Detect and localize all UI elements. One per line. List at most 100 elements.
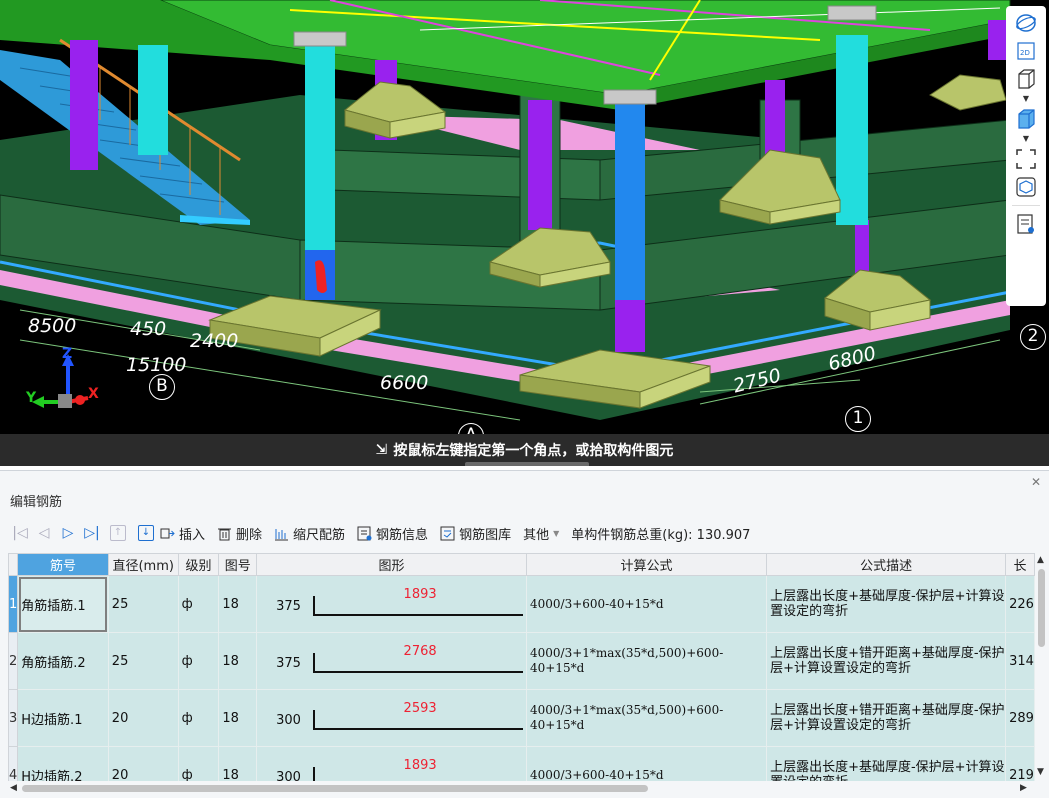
- grade-cell[interactable]: ф: [177, 632, 220, 690]
- horizontal-scroll-thumb[interactable]: [22, 785, 648, 792]
- trash-icon: [217, 526, 232, 541]
- formula-cell[interactable]: 4000/3+600-40+15*d: [525, 575, 768, 633]
- component-view-icon[interactable]: [1011, 174, 1041, 200]
- length-cell[interactable]: 289: [1005, 689, 1035, 747]
- hook-length: 375: [276, 599, 301, 614]
- dimension-label: 15100: [126, 354, 187, 376]
- shape-cell[interactable]: 375 2768: [256, 632, 527, 690]
- first-record-icon[interactable]: |◁: [8, 525, 32, 541]
- straight-length[interactable]: 2768: [380, 644, 460, 659]
- description-cell[interactable]: 上层露出长度+基础厚度-保护层+计算设置设定的弯折: [766, 746, 1007, 781]
- scroll-right-icon[interactable]: ▶: [1020, 783, 1027, 793]
- shape-cell[interactable]: 300 1893: [256, 746, 527, 781]
- 3d-viewport[interactable]: 8500 450 2400 15100 6600 2750 6800 B A 1…: [0, 0, 1049, 466]
- grade-cell[interactable]: ф: [177, 746, 220, 781]
- description-cell[interactable]: 上层露出长度+错开距离+基础厚度-保护层+计算设置设定的弯折: [766, 689, 1007, 747]
- vertical-scroll-thumb[interactable]: [1038, 569, 1045, 647]
- move-up-icon[interactable]: ↑: [110, 525, 126, 541]
- figure-no-cell[interactable]: 18: [218, 689, 258, 747]
- fit-frame-icon[interactable]: [1011, 146, 1041, 172]
- other-dropdown[interactable]: 其他 ▼: [523, 524, 559, 543]
- solid-view-dropdown-icon[interactable]: ▼: [1011, 134, 1041, 144]
- straight-length[interactable]: 1893: [380, 758, 460, 773]
- diameter-cell[interactable]: 20: [107, 746, 179, 781]
- row-number[interactable]: 1: [8, 575, 19, 633]
- length-cell[interactable]: 219: [1005, 746, 1035, 781]
- straight-length[interactable]: 1893: [380, 587, 460, 602]
- close-icon[interactable]: ✕: [1031, 475, 1041, 489]
- column-header-formula[interactable]: 计算公式: [525, 553, 768, 576]
- length-cell[interactable]: 226: [1005, 575, 1035, 633]
- dimension-label: 450: [130, 318, 167, 340]
- rebar-info-button[interactable]: 钢筋信息: [357, 524, 428, 543]
- shape-cell[interactable]: 300 2593: [256, 689, 527, 747]
- diameter-cell[interactable]: 25: [107, 632, 179, 690]
- grade-cell[interactable]: ф: [177, 575, 220, 633]
- diameter-cell[interactable]: 20: [107, 689, 179, 747]
- scroll-left-icon[interactable]: ◀: [10, 783, 17, 793]
- bar-name-cell[interactable]: 角筋插筋.1: [17, 575, 109, 633]
- vertical-scrollbar[interactable]: ▲ ▼: [1035, 553, 1047, 781]
- column-header-grade[interactable]: 级别: [177, 553, 220, 576]
- delete-button[interactable]: 删除: [217, 524, 262, 543]
- axis-z-label: Z: [62, 346, 73, 362]
- insert-button[interactable]: 插入: [160, 524, 205, 543]
- formula-cell[interactable]: 4000/3+600-40+15*d: [525, 746, 768, 781]
- axis-gizmo: [32, 354, 89, 408]
- shape-hook-line: [313, 710, 316, 730]
- bar-name-cell[interactable]: H边插筋.1: [17, 689, 109, 747]
- previous-record-icon[interactable]: ◁: [32, 525, 56, 541]
- figure-no-cell[interactable]: 18: [218, 575, 258, 633]
- svg-text:2D: 2D: [1020, 49, 1030, 57]
- table-header-row: 筋号 直径(mm) 级别 图号 图形 计算公式 公式描述 长: [8, 553, 1035, 576]
- column-header-length[interactable]: 长: [1005, 553, 1035, 576]
- row-number[interactable]: 4: [8, 746, 19, 781]
- bar-name-cell[interactable]: 角筋插筋.2: [17, 632, 109, 690]
- scale-rebar-button[interactable]: 缩尺配筋: [274, 524, 345, 543]
- move-down-icon[interactable]: ↓: [138, 525, 154, 541]
- length-cell[interactable]: 314: [1005, 632, 1035, 690]
- grade-cell[interactable]: ф: [177, 689, 220, 747]
- scroll-up-icon[interactable]: ▲: [1037, 555, 1044, 565]
- next-record-icon[interactable]: ▷: [56, 525, 80, 541]
- properties-icon[interactable]: [1011, 211, 1041, 237]
- row-number[interactable]: 3: [8, 689, 19, 747]
- description-cell[interactable]: 上层露出长度+基础厚度-保护层+计算设置设定的弯折: [766, 575, 1007, 633]
- figure-no-cell[interactable]: 18: [218, 632, 258, 690]
- straight-length[interactable]: 2593: [380, 701, 460, 716]
- box-view-dropdown-icon[interactable]: ▼: [1011, 94, 1041, 104]
- library-icon: [440, 526, 455, 541]
- shape-cell[interactable]: 375 1893: [256, 575, 527, 633]
- column-header-description[interactable]: 公式描述: [766, 553, 1007, 576]
- column-header-shape[interactable]: 图形: [256, 553, 527, 576]
- solid-view-icon[interactable]: [1011, 106, 1041, 132]
- column-header-diameter[interactable]: 直径(mm): [107, 553, 179, 576]
- last-record-icon[interactable]: ▷|: [80, 525, 104, 541]
- 2d-view-icon[interactable]: 2D: [1011, 38, 1041, 64]
- edit-rebar-panel: ✕ 编辑钢筋 |◁ ◁ ▷ ▷| ↑ ↓ 插入 删除 缩尺配筋 钢筋信息 钢筋图…: [0, 470, 1049, 798]
- delete-label: 删除: [236, 527, 263, 543]
- column-header-bar-no[interactable]: 筋号: [17, 553, 109, 576]
- column-header-figure-no[interactable]: 图号: [218, 553, 258, 576]
- bar-name-cell[interactable]: H边插筋.2: [17, 746, 109, 781]
- table-row[interactable]: 1 角筋插筋.1 25 ф 18 375 1893 4000/3+600-40+…: [8, 575, 1035, 633]
- dimension-label: 8500: [28, 315, 77, 337]
- horizontal-scrollbar[interactable]: ◀ ▶: [8, 781, 1035, 795]
- orbit-icon[interactable]: [1011, 10, 1041, 36]
- table-row[interactable]: 2 角筋插筋.2 25 ф 18 375 2768 4000/3+1*max(3…: [8, 632, 1035, 690]
- rebar-library-button[interactable]: 钢筋图库: [440, 524, 511, 543]
- scale-rebar-label: 缩尺配筋: [293, 527, 346, 543]
- diameter-cell[interactable]: 25: [107, 575, 179, 633]
- figure-no-cell[interactable]: 18: [218, 746, 258, 781]
- table-row[interactable]: 4 H边插筋.2 20 ф 18 300 1893 4000/3+600-40+…: [8, 746, 1035, 781]
- row-number[interactable]: 2: [8, 632, 19, 690]
- description-cell[interactable]: 上层露出长度+错开距离+基础厚度-保护层+计算设置设定的弯折: [766, 632, 1007, 690]
- ruler-icon: [274, 526, 289, 541]
- formula-cell[interactable]: 4000/3+1*max(35*d,500)+600-40+15*d: [525, 632, 768, 690]
- formula-cell[interactable]: 4000/3+1*max(35*d,500)+600-40+15*d: [525, 689, 768, 747]
- scroll-down-icon[interactable]: ▼: [1037, 767, 1044, 777]
- shape-main-line: [313, 728, 524, 730]
- box-view-icon[interactable]: [1011, 66, 1041, 92]
- panel-splitter-handle[interactable]: [465, 462, 589, 466]
- table-row[interactable]: 3 H边插筋.1 20 ф 18 300 2593 4000/3+1*max(3…: [8, 689, 1035, 747]
